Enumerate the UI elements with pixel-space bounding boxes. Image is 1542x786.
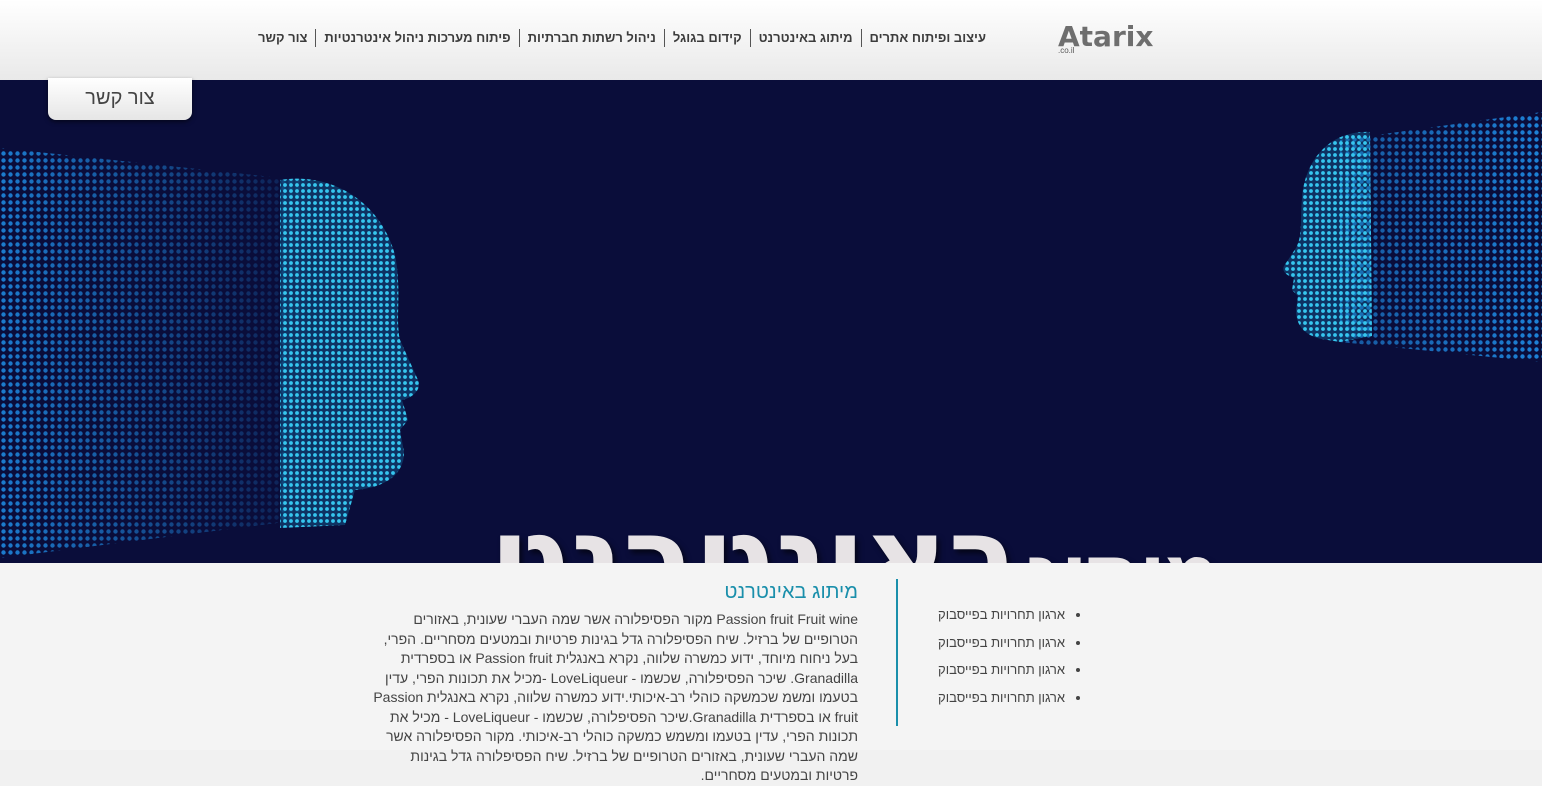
logo-domain: .co.il (1058, 46, 1075, 55)
nav-separator (315, 29, 317, 47)
nav-separator (663, 29, 665, 47)
hero-title-word2: באינטרנט (489, 490, 1021, 563)
nav-item-branding[interactable]: מיתוג באינטרנט (751, 28, 861, 48)
contact-button[interactable]: צור קשר (48, 78, 192, 120)
main-nav: עיצוב ופיתוח אתרים מיתוג באינטרנט קידום … (250, 28, 994, 48)
nav-separator (860, 29, 862, 47)
hero-banner: מיתוג באינטרנט (0, 80, 1542, 563)
nav-item-management-systems[interactable]: פיתוח מערכות ניהול אינטרנטיות (316, 28, 518, 48)
sidebar-link[interactable]: ארגון תחרויות בפייסבוק (915, 656, 1065, 684)
content-divider (896, 579, 898, 726)
nav-item-social-networks[interactable]: ניהול רשתות חברתיות (520, 28, 664, 48)
nav-separator (749, 29, 751, 47)
article: מיתוג באינטרנט Passion fruit Fruit wine … (370, 580, 858, 786)
article-body: Passion fruit Fruit wine מקור הפסיפלורה … (373, 611, 858, 783)
site-logo[interactable]: Atarix .co.il (1058, 20, 1182, 56)
left-data-stream (0, 148, 300, 558)
nav-separator (518, 29, 520, 47)
nav-item-google-promotion[interactable]: קידום בגוגל (665, 28, 750, 48)
sidebar-links: ארגון תחרויות בפייסבוק ארגון תחרויות בפי… (915, 601, 1085, 711)
nav-item-contact[interactable]: צור קשר (250, 28, 315, 48)
site-header: Atarix .co.il עיצוב ופיתוח אתרים מיתוג ב… (0, 0, 1542, 81)
nav-item-web-design[interactable]: עיצוב ופיתוח אתרים (862, 28, 994, 48)
content-area: מיתוג באינטרנט Passion fruit Fruit wine … (0, 563, 1542, 783)
sidebar-link[interactable]: ארגון תחרויות בפייסבוק (915, 629, 1065, 657)
hero-title: מיתוג באינטרנט (455, 490, 1255, 563)
sidebar-link[interactable]: ארגון תחרויות בפייסבוק (915, 684, 1065, 712)
hero-title-word1: מיתוג (1026, 529, 1220, 563)
article-heading: מיתוג באינטרנט (724, 581, 858, 603)
sidebar-link[interactable]: ארגון תחרויות בפייסבוק (915, 601, 1065, 629)
